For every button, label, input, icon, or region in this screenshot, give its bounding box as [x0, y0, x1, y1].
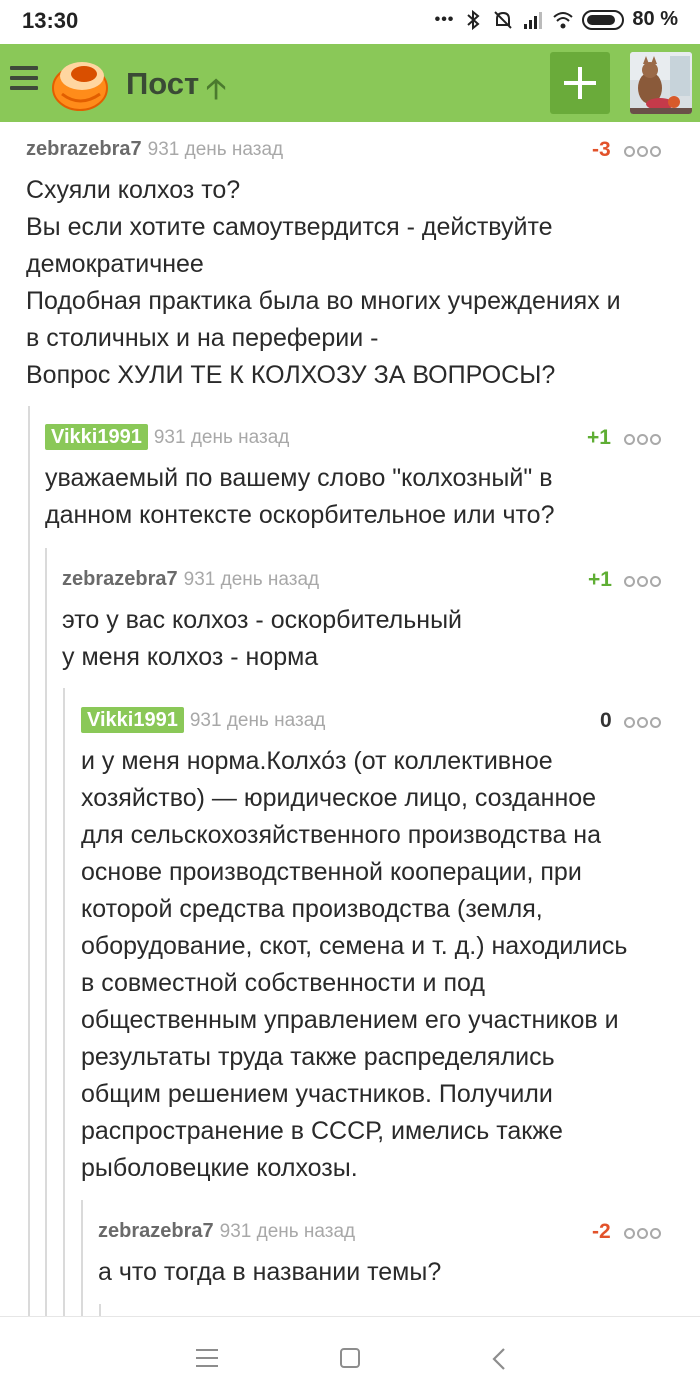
system-nav-bar — [0, 1316, 700, 1400]
more-options-icon[interactable] — [624, 717, 661, 729]
user-avatar[interactable] — [630, 52, 692, 114]
thread-line — [63, 688, 65, 1316]
comment-meta: zebrazebra7 931 день назад +1 — [62, 568, 690, 596]
comment-meta: Vikki1991 931 день назад 0 — [81, 707, 690, 737]
comment-line: у меня колхоз - норма — [62, 643, 319, 671]
comment-line: общественным управлением его участников … — [81, 1006, 619, 1034]
home-square-icon[interactable] — [340, 1348, 360, 1368]
comment-line: общим решением участников. Получили — [81, 1080, 553, 1108]
hamburger-icon[interactable] — [10, 66, 38, 90]
comment-line: результаты труда также распределялись — [81, 1043, 555, 1071]
comment-time: 931 день назад — [153, 427, 290, 448]
comment-line: Схуяли колхоз то? — [26, 176, 241, 204]
comment-line: демократичнее — [26, 250, 204, 278]
add-post-button[interactable] — [550, 52, 610, 114]
comment-line: а что тогда в названии темы? — [98, 1258, 442, 1286]
comment-line: уважаемый по вашему слово "колхозный" в — [45, 464, 553, 492]
comment-author[interactable]: zebrazebra7 — [62, 568, 178, 590]
pikabu-logo[interactable] — [50, 54, 110, 112]
comment-line: которой средства производства (земля, — [81, 895, 543, 923]
comment-author[interactable]: zebrazebra7 — [26, 138, 142, 160]
comment: zebrazebra7 931 день назад -2 а что тогда… — [98, 1220, 690, 1291]
battery-icon — [582, 9, 625, 30]
comment-text: Схуяли колхоз то? Вы если хотите самоутв… — [26, 172, 690, 394]
comment-line: Подобная практика была во многих учрежде… — [26, 287, 621, 315]
comment-time: 931 день назад — [189, 710, 326, 731]
more-options-icon[interactable] — [624, 1228, 661, 1240]
comment-time: 931 день назад — [183, 569, 320, 590]
comment: Vikki1991 931 день назад 0 и у меня норма… — [81, 707, 690, 1187]
comment-rating: 0 — [600, 709, 612, 732]
signal-icon — [524, 11, 543, 29]
comment-rating: -2 — [592, 1220, 611, 1243]
comment-line: основе производственной кооперации, при — [81, 858, 582, 886]
comment-rating: +1 — [588, 568, 612, 591]
mute-bell-icon — [494, 10, 513, 29]
comment-author[interactable]: zebrazebra7 — [98, 1220, 214, 1242]
more-options-icon[interactable] — [624, 576, 661, 588]
comment-meta: zebrazebra7 931 день назад -3 — [26, 138, 690, 166]
comment-rating: +1 — [587, 426, 611, 449]
scroll-up-arrow-icon[interactable]: 🡡 — [206, 68, 226, 116]
comment-meta: Vikki1991 931 день назад +1 — [45, 424, 690, 454]
comment-author[interactable]: Vikki1991 — [45, 424, 148, 450]
comment-text: а что тогда в названии темы? — [98, 1254, 690, 1291]
status-bar: 13:30 ••• 80 % — [0, 0, 700, 44]
comment-line: хозяйство) — юридическое лицо, созданное — [81, 784, 597, 812]
thread-line — [45, 548, 47, 1316]
thread-line — [81, 1200, 83, 1316]
comment-line: и у меня норма.Колхо́з (от коллективное — [81, 747, 553, 775]
comment-time: 931 день назад — [147, 139, 284, 160]
comment-rating: -3 — [592, 138, 611, 161]
comment: zebrazebra7 931 день назад +1 это у вас к… — [62, 568, 690, 676]
comment-line: в столичных и на переферии - — [26, 324, 379, 352]
comment-meta: zebrazebra7 931 день назад -2 — [98, 1220, 690, 1248]
more-options-icon[interactable] — [624, 434, 661, 446]
comment-line: распространение в СССР, имелись также — [81, 1117, 563, 1145]
comment-line: Вы если хотите самоутвердится - действуй… — [26, 213, 553, 241]
app-header: Пост 🡡 — [0, 44, 700, 122]
comment-line: оборудование, скот, семена и т. д.) нахо… — [81, 932, 628, 960]
comment-line: данном контексте оскорбительное или что? — [45, 501, 555, 529]
thread-line — [99, 1304, 101, 1316]
status-icons: ••• 80 % — [435, 8, 678, 31]
page-title: Пост — [126, 66, 200, 101]
comment-text: это у вас колхоз - оскорбительный у меня… — [62, 602, 690, 676]
status-time: 13:30 — [22, 8, 79, 33]
comment-line: в совместной собственности и под — [81, 969, 485, 997]
comment: zebrazebra7 931 день назад -3 Схуяли колх… — [26, 138, 690, 394]
comment-line: это у вас колхоз - оскорбительный — [62, 606, 463, 634]
comment-text: и у меня норма.Колхо́з (от коллективное … — [81, 743, 690, 1187]
comment-time: 931 день назад — [219, 1221, 356, 1242]
comment-line: для сельскохозяйственного производства н… — [81, 821, 602, 849]
back-chevron-icon[interactable] — [490, 1347, 510, 1371]
comment-text: уважаемый по вашему слово "колхозный" в … — [45, 460, 690, 534]
notification-dots: ••• — [434, 10, 455, 28]
battery-percent: 80 % — [632, 8, 678, 30]
comment: Vikki1991 931 день назад +1 уважаемый по … — [45, 424, 690, 534]
wifi-icon — [553, 11, 574, 28]
bluetooth-icon — [467, 9, 480, 30]
comment-line: рыболовецкие колхозы. — [81, 1154, 358, 1182]
more-options-icon[interactable] — [624, 146, 661, 158]
menu-icon[interactable] — [196, 1349, 218, 1367]
comment-line: Вопрос ХУЛИ ТЕ К КОЛХОЗУ ЗА ВОПРОСЫ? — [26, 361, 556, 389]
thread-line — [28, 406, 30, 1316]
comment-author[interactable]: Vikki1991 — [81, 707, 184, 733]
